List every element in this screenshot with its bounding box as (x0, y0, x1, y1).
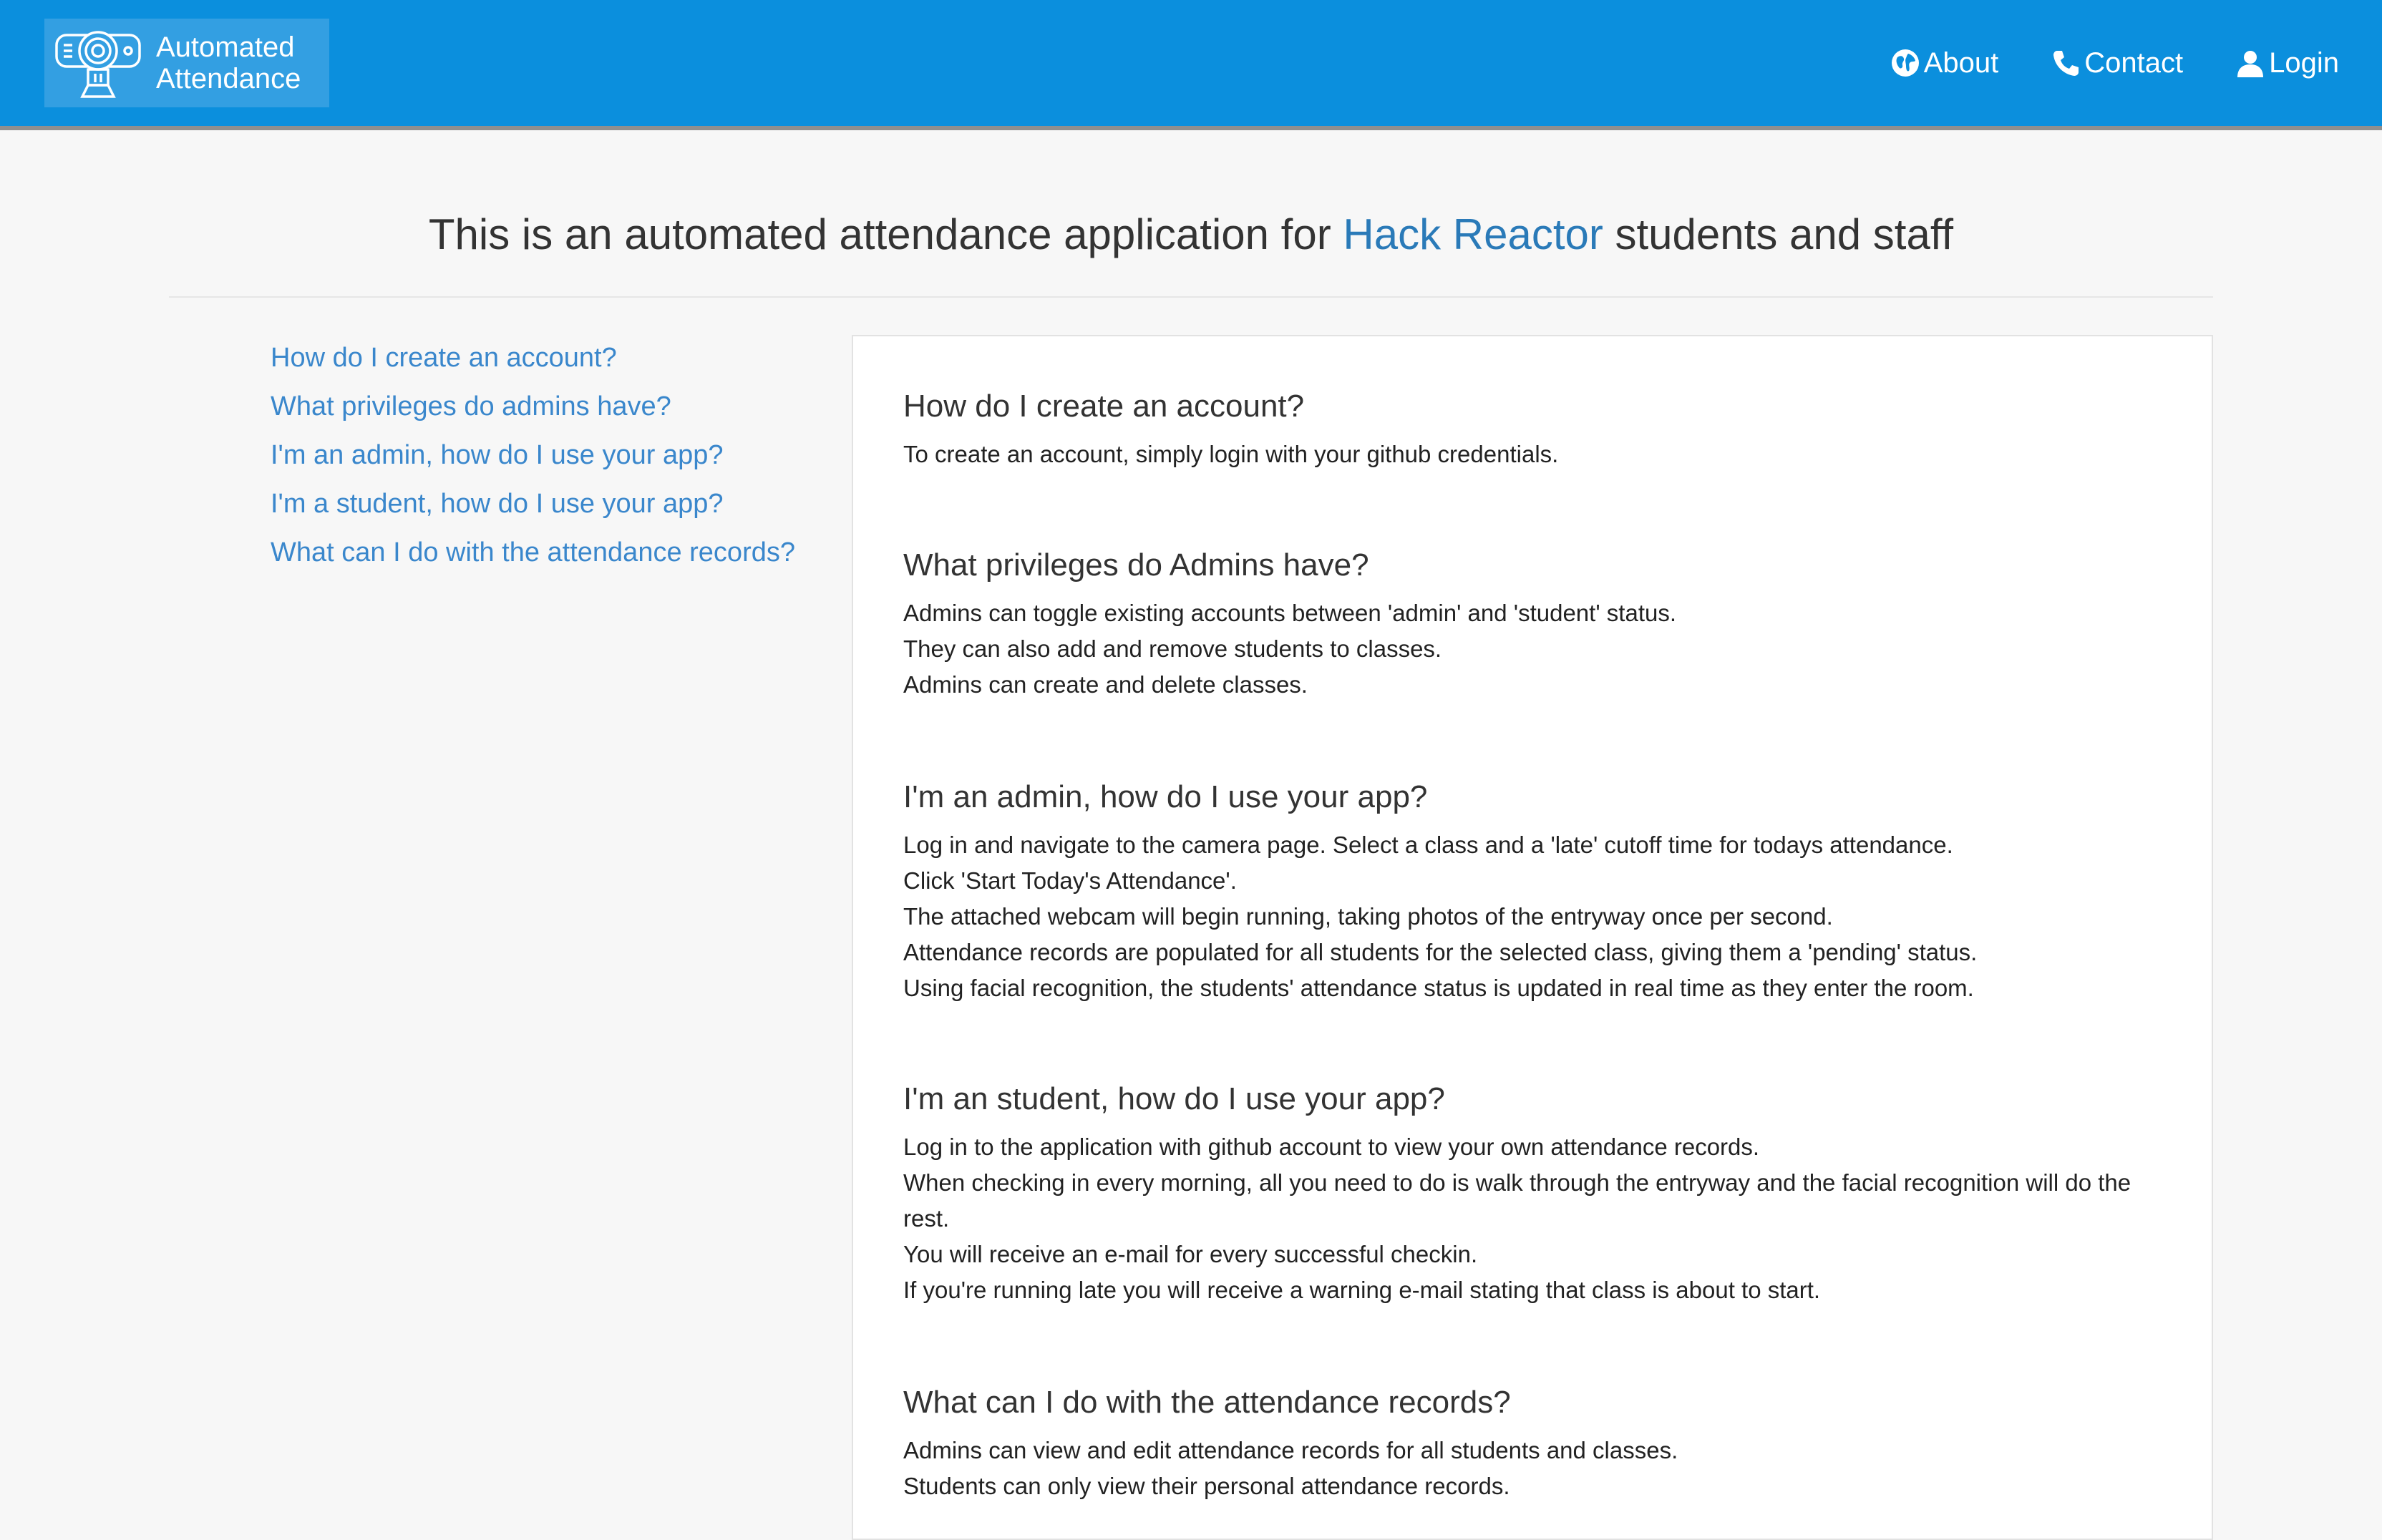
faq-line: If you're running late you will receive … (903, 1277, 1821, 1303)
top-navbar: Automated Attendance About Contact Login (0, 0, 2382, 126)
nav-about-label: About (1923, 47, 1999, 79)
faq-content-panel: How do I create an account? To create an… (852, 335, 2213, 1540)
faq-body: Admins can view and edit attendance reco… (903, 1433, 2163, 1504)
page-title-suffix: students and staff (1603, 210, 1954, 258)
faq-line: Attendance records are populated for all… (903, 939, 1978, 965)
faq-section-admin-privileges: What privileges do Admins have? Admins c… (903, 547, 2163, 703)
brand-logo-link[interactable]: Automated Attendance (44, 19, 329, 107)
faq-line: To create an account, simply login with … (903, 441, 1559, 467)
nav-about-link[interactable]: About (1891, 47, 1999, 79)
faq-line: Log in and navigate to the camera page. … (903, 832, 1953, 858)
faq-line: They can also add and remove students to… (903, 635, 1442, 662)
sidebar-item-student-usage[interactable]: I'm a student, how do I use your app? (271, 479, 843, 528)
nav-contact-link[interactable]: Contact (2051, 47, 2183, 79)
faq-title: I'm an admin, how do I use your app? (903, 779, 1428, 814)
nav-links: About Contact Login (1838, 0, 2339, 126)
faq-line: Admins can toggle existing accounts betw… (903, 600, 1677, 626)
faq-line: You will receive an e-mail for every suc… (903, 1241, 1478, 1267)
faq-body: Log in to the application with github ac… (903, 1129, 2163, 1308)
faq-line: Admins can create and delete classes. (903, 671, 1308, 698)
sidebar-item-admin-privileges[interactable]: What privileges do admins have? (271, 382, 843, 431)
faq-title: What can I do with the attendance record… (903, 1385, 1511, 1420)
faq-line: Students can only view their personal at… (903, 1473, 1510, 1499)
sidebar-item-create-account[interactable]: How do I create an account? (271, 333, 843, 382)
faq-title: I'm an student, how do I use your app? (903, 1081, 1445, 1116)
faq-section-create-account: How do I create an account? To create an… (903, 388, 2163, 472)
sidebar-item-attendance-records[interactable]: What can I do with the attendance record… (271, 528, 843, 577)
nav-contact-label: Contact (2084, 47, 2184, 79)
globe-icon (1891, 49, 1919, 77)
faq-section-student-usage: I'm an student, how do I use your app? L… (903, 1081, 2163, 1308)
faq-line: When checking in every morning, all you … (903, 1169, 2131, 1232)
faq-line: Log in to the application with github ac… (903, 1134, 1760, 1160)
faq-body: Log in and navigate to the camera page. … (903, 827, 2163, 1006)
phone-icon (2053, 51, 2079, 76)
camera-logo-icon (44, 19, 152, 107)
faq-body: Admins can toggle existing accounts betw… (903, 595, 2163, 703)
faq-line: Admins can view and edit attendance reco… (903, 1437, 1678, 1463)
hack-reactor-link[interactable]: Hack Reactor (1343, 210, 1603, 258)
faq-line: Using facial recognition, the students' … (903, 975, 1974, 1001)
faq-section-admin-usage: I'm an admin, how do I use your app? Log… (903, 779, 2163, 1006)
title-divider (169, 296, 2213, 298)
user-icon (2237, 51, 2264, 77)
faq-title: What privileges do Admins have? (903, 547, 1369, 583)
faq-section-attendance-records: What can I do with the attendance record… (903, 1384, 2163, 1504)
page-title-prefix: This is an automated attendance applicat… (428, 210, 1343, 258)
brand-name: Automated Attendance (156, 31, 301, 94)
faq-title: How do I create an account? (903, 389, 1305, 424)
faq-line: The attached webcam will begin running, … (903, 903, 1833, 930)
sidebar-item-admin-usage[interactable]: I'm an admin, how do I use your app? (271, 431, 843, 479)
faq-line: Click 'Start Today's Attendance'. (903, 867, 1237, 894)
nav-login-link[interactable]: Login (2236, 47, 2339, 79)
faq-body: To create an account, simply login with … (903, 437, 2163, 472)
brand-line-1: Automated (156, 31, 295, 63)
nav-login-label: Login (2269, 47, 2339, 79)
page-title: This is an automated attendance applicat… (0, 209, 2382, 260)
faq-sidebar: How do I create an account? What privile… (271, 333, 843, 577)
brand-line-2: Attendance (156, 63, 301, 94)
